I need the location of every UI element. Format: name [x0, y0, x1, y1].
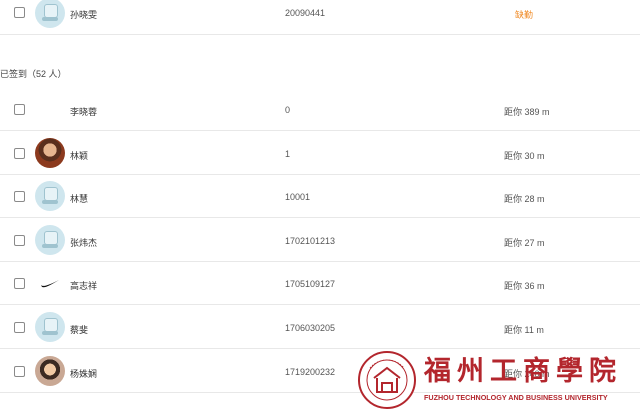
distance-label: 距你 36 m [504, 281, 545, 292]
avatar [35, 137, 65, 168]
row-checkbox[interactable] [14, 234, 25, 246]
checked-in-row[interactable]: 李晓蓉 0 距你 389 m [0, 87, 640, 131]
checked-in-row[interactable]: 高志祥 1705109127 距你 36 m [0, 261, 640, 306]
row-checkbox[interactable] [14, 7, 25, 18]
student-id: 10001 [285, 192, 311, 203]
student-name: 李晓蓉 [70, 107, 98, 117]
distance-label: 距你 27 m [504, 237, 545, 248]
checked-in-row[interactable]: 蔡斐 1706030205 距你 11 m [0, 305, 640, 349]
checked-in-row[interactable]: 林慧 10001 距你 28 m [0, 174, 640, 219]
student-name: 张炜杰 [70, 237, 98, 248]
distance-label: 距你 28 m [504, 194, 545, 205]
absent-student-row[interactable]: 孙晓雯 20090441 缺勤 [0, 0, 640, 35]
student-name: 林颖 [70, 150, 89, 161]
status-absent: 缺勤 [515, 10, 534, 20]
swoosh-icon [41, 280, 59, 288]
row-checkbox[interactable] [14, 147, 25, 159]
row-checkbox[interactable] [14, 322, 25, 333]
student-id: 1702101213 [285, 235, 336, 246]
student-name: 高志祥 [70, 281, 98, 292]
row-checkbox[interactable] [14, 104, 25, 115]
logo-name-cn: 福州工商學院 [423, 355, 622, 387]
checked-in-section-title: 已签到（52 人） [0, 69, 67, 79]
student-name: 蔡斐 [70, 325, 89, 335]
distance-label: 距你 30 m [504, 150, 545, 161]
avatar [35, 0, 65, 28]
student-name: 林慧 [70, 194, 89, 205]
distance-label: 距你 11 m [504, 325, 544, 335]
row-checkbox[interactable] [14, 365, 25, 377]
avatar [35, 224, 65, 255]
avatar [35, 268, 65, 299]
avatar [35, 312, 65, 342]
student-id: 1719200232 [285, 366, 336, 377]
checked-in-row[interactable]: 张炜杰 1702101213 距你 27 m [0, 218, 640, 262]
checked-in-row[interactable]: 林颖 1 距你 30 m [0, 131, 640, 175]
row-checkbox[interactable] [14, 278, 25, 290]
student-name: 孙晓雯 [70, 10, 98, 20]
student-id: 1 [285, 148, 291, 159]
avatar [35, 355, 65, 386]
university-logo: 福州工商學院 FUZHOU TECHNOLOGY AND BUSINESS UN… [358, 351, 622, 409]
student-id: 1706030205 [285, 323, 336, 333]
student-id: 20090441 [285, 8, 326, 18]
student-id: 1705109127 [285, 279, 336, 290]
student-name: 杨姝娴 [70, 368, 98, 379]
row-checkbox[interactable] [14, 191, 25, 203]
student-id: 0 [285, 105, 291, 115]
seal-icon [358, 351, 416, 409]
distance-label: 距你 389 m [504, 107, 550, 117]
avatar [35, 181, 65, 212]
logo-name-en: FUZHOU TECHNOLOGY AND BUSINESS UNIVERSIT… [424, 393, 608, 402]
